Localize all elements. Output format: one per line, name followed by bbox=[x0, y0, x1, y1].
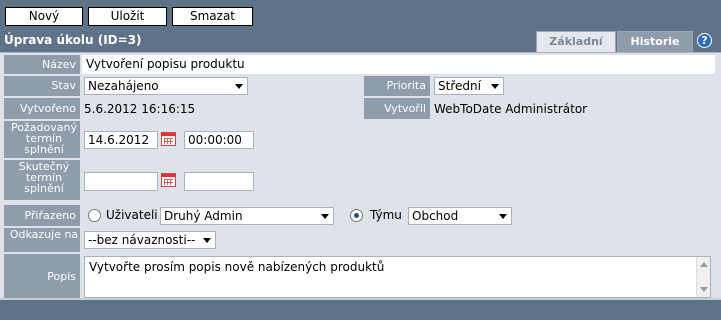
calendar-icon[interactable] bbox=[161, 132, 176, 146]
actual-due-label: Skutečný termín splnění bbox=[4, 160, 80, 200]
bottom-bar bbox=[0, 300, 721, 320]
description-textarea[interactable]: Vytvořte prosím popis nově nabízených pr… bbox=[84, 256, 711, 298]
state-label: Stav bbox=[4, 76, 80, 96]
created-value: 5.6.2012 16:16:15 bbox=[84, 102, 196, 116]
toolbar: Nový Uložit Smazat bbox=[0, 0, 721, 30]
chevron-down-icon bbox=[321, 214, 329, 219]
assign-team-label: Týmu bbox=[370, 208, 402, 222]
delete-button[interactable]: Smazat bbox=[172, 7, 253, 26]
assign-team-radio[interactable] bbox=[350, 209, 363, 222]
chevron-down-icon bbox=[203, 238, 211, 243]
page-title: Úprava úkolu (ID=3) bbox=[4, 33, 142, 47]
priority-select-value: Střední bbox=[438, 79, 481, 93]
links-to-select[interactable]: --bez návaznosti-- bbox=[84, 231, 216, 249]
links-to-select-value: --bez návaznosti-- bbox=[88, 233, 196, 247]
help-icon[interactable]: ? bbox=[697, 33, 712, 48]
created-by-label: Vytvořil bbox=[364, 98, 430, 119]
actual-due-date-input[interactable] bbox=[84, 172, 158, 191]
chevron-down-icon bbox=[491, 84, 499, 89]
assign-user-select[interactable]: Druhý Admin bbox=[160, 207, 334, 225]
priority-select[interactable]: Střední bbox=[434, 77, 504, 95]
name-input[interactable]: Vytvoření popisu produktu bbox=[86, 57, 245, 71]
calendar-icon[interactable] bbox=[161, 173, 176, 187]
scroll-down-icon[interactable] bbox=[700, 287, 708, 292]
name-label: Název bbox=[4, 55, 80, 74]
tab-history[interactable]: Historie bbox=[617, 31, 693, 52]
description-label: Popis bbox=[4, 254, 80, 299]
new-button[interactable]: Nový bbox=[5, 7, 83, 26]
required-due-date-input[interactable]: 14.6.2012 bbox=[84, 131, 158, 149]
tab-basic[interactable]: Základní bbox=[536, 31, 616, 52]
actual-due-time-input[interactable] bbox=[184, 172, 254, 191]
assigned-label: Přiřazeno bbox=[4, 205, 80, 226]
assign-user-radio[interactable] bbox=[88, 209, 101, 222]
chevron-down-icon bbox=[235, 84, 243, 89]
assign-team-select-value: Obchod bbox=[412, 209, 459, 223]
created-by-value: WebToDate Administrátor bbox=[434, 102, 588, 116]
chevron-down-icon bbox=[499, 214, 507, 219]
task-form: Název Vytvoření popisu produktu Stav Nez… bbox=[0, 52, 721, 300]
scroll-up-icon[interactable] bbox=[700, 262, 708, 267]
state-select-value: Nezahájeno bbox=[88, 79, 159, 93]
description-scrollbar[interactable] bbox=[696, 257, 710, 297]
description-text: Vytvořte prosím popis nově nabízených pr… bbox=[89, 260, 385, 274]
required-due-label: Požadovaný termín splnění bbox=[4, 121, 80, 158]
priority-label: Priorita bbox=[364, 76, 430, 96]
required-due-time-input[interactable]: 00:00:00 bbox=[184, 131, 254, 149]
assign-team-select[interactable]: Obchod bbox=[408, 207, 512, 225]
assign-user-select-value: Druhý Admin bbox=[164, 209, 243, 223]
created-label: Vytvořeno bbox=[4, 98, 80, 119]
assign-user-label: Uživateli bbox=[106, 208, 158, 222]
save-button[interactable]: Uložit bbox=[88, 7, 167, 26]
state-select[interactable]: Nezahájeno bbox=[84, 77, 248, 95]
links-to-label: Odkazuje na bbox=[4, 228, 80, 252]
